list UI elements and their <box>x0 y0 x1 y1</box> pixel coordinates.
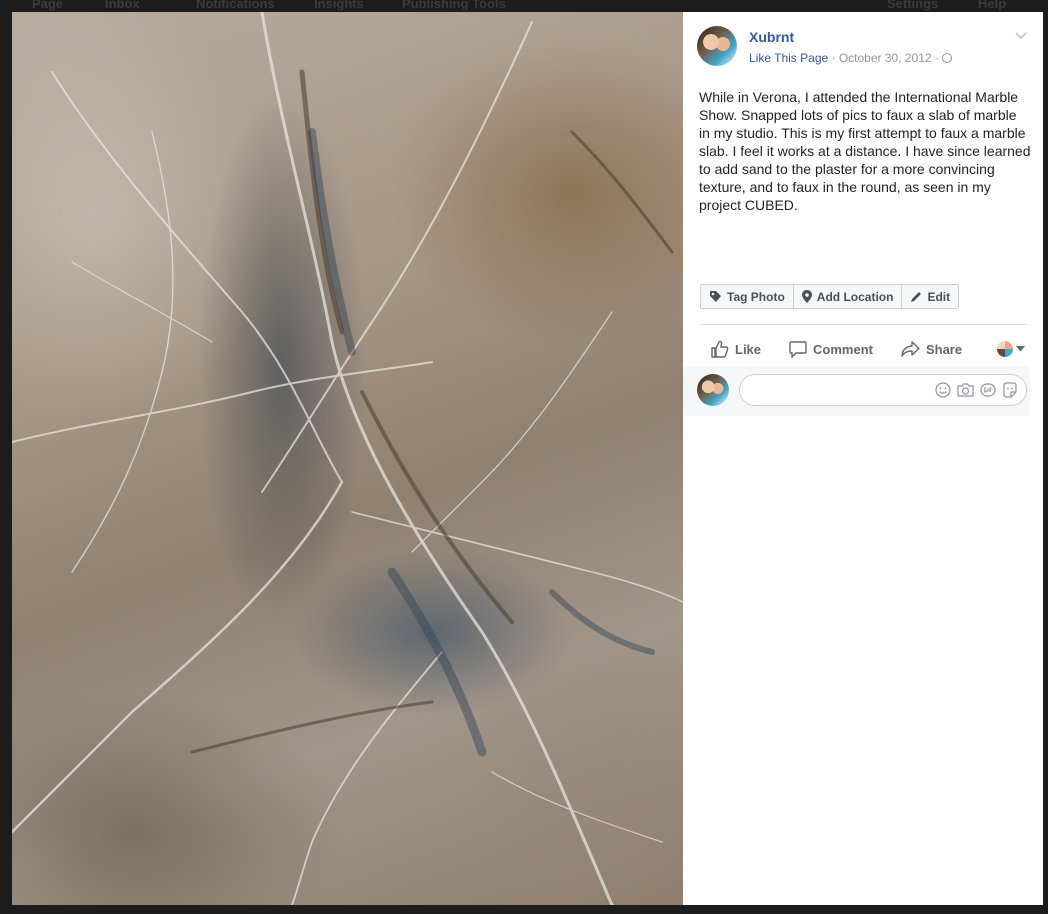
share-label: Share <box>925 341 963 357</box>
photo-toolbar: Tag Photo Add Location Edit <box>700 284 960 309</box>
commenter-avatar <box>697 374 729 406</box>
comment-composer <box>683 366 1030 416</box>
sticker-icon[interactable] <box>1002 382 1018 398</box>
caret-down-icon <box>1016 346 1025 352</box>
edit-label: Edit <box>927 289 951 304</box>
marble-veins <box>12 12 683 905</box>
post-caption: While in Verona, I attended the Internat… <box>699 89 1031 213</box>
meta-separator: · <box>828 51 839 65</box>
marble-photo[interactable] <box>12 12 683 905</box>
actions-top-divider <box>699 324 1027 325</box>
pencil-icon <box>911 291 922 302</box>
actor-selector[interactable] <box>997 341 1025 357</box>
nav-notifications: Notifications <box>196 0 275 11</box>
emoji-icon[interactable] <box>935 382 951 398</box>
share-arrow-icon <box>901 341 920 357</box>
like-page-link[interactable]: Like This Page <box>749 51 828 65</box>
post-date[interactable]: October 30, 2012 <box>839 51 932 65</box>
tag-icon <box>710 291 721 302</box>
nav-insights: Insights <box>314 0 364 11</box>
actor-avatar <box>997 341 1013 357</box>
comment-bubble-icon <box>789 340 807 358</box>
location-pin-icon <box>801 290 812 303</box>
camera-icon[interactable] <box>957 382 974 398</box>
comment-label: Comment <box>813 341 873 357</box>
tag-photo-button[interactable]: Tag Photo <box>701 285 794 308</box>
nav-publishing-tools: Publishing Tools <box>402 0 506 11</box>
post-meta: Like This Page · October 30, 2012 · <box>749 51 953 65</box>
background-page-nav: Page Inbox Notifications Insights Publis… <box>0 0 1048 12</box>
page-avatar[interactable] <box>697 26 737 66</box>
comment-input-tools <box>935 382 1018 398</box>
chevron-down-icon[interactable] <box>1015 32 1027 40</box>
nav-help: Help <box>978 0 1007 11</box>
like-button[interactable]: Like <box>711 340 761 358</box>
nav-inbox: Inbox <box>105 0 140 11</box>
post-header: Xubrnt Like This Page · October 30, 2012… <box>697 26 1027 70</box>
page-name-link[interactable]: Xubrnt <box>749 29 794 45</box>
edit-button[interactable]: Edit <box>902 285 958 308</box>
like-label: Like <box>735 341 762 357</box>
tag-photo-label: Tag Photo <box>727 289 785 304</box>
share-button[interactable]: Share <box>901 341 962 357</box>
globe-icon <box>942 53 953 63</box>
thumbs-up-icon <box>711 340 729 358</box>
nav-page: Page <box>32 0 64 11</box>
nav-settings: Settings <box>887 0 939 11</box>
photo-lightbox: Xubrnt Like This Page · October 30, 2012… <box>12 12 1043 905</box>
meta-separator-2: · <box>931 51 943 65</box>
post-actions: Like Comment Share <box>699 334 1029 364</box>
gif-icon[interactable] <box>980 382 996 398</box>
post-info-panel: Xubrnt Like This Page · October 30, 2012… <box>683 12 1043 905</box>
comment-button[interactable]: Comment <box>789 340 873 358</box>
add-location-button[interactable]: Add Location <box>794 285 903 308</box>
add-location-label: Add Location <box>816 289 894 304</box>
comment-input[interactable] <box>739 374 1027 406</box>
